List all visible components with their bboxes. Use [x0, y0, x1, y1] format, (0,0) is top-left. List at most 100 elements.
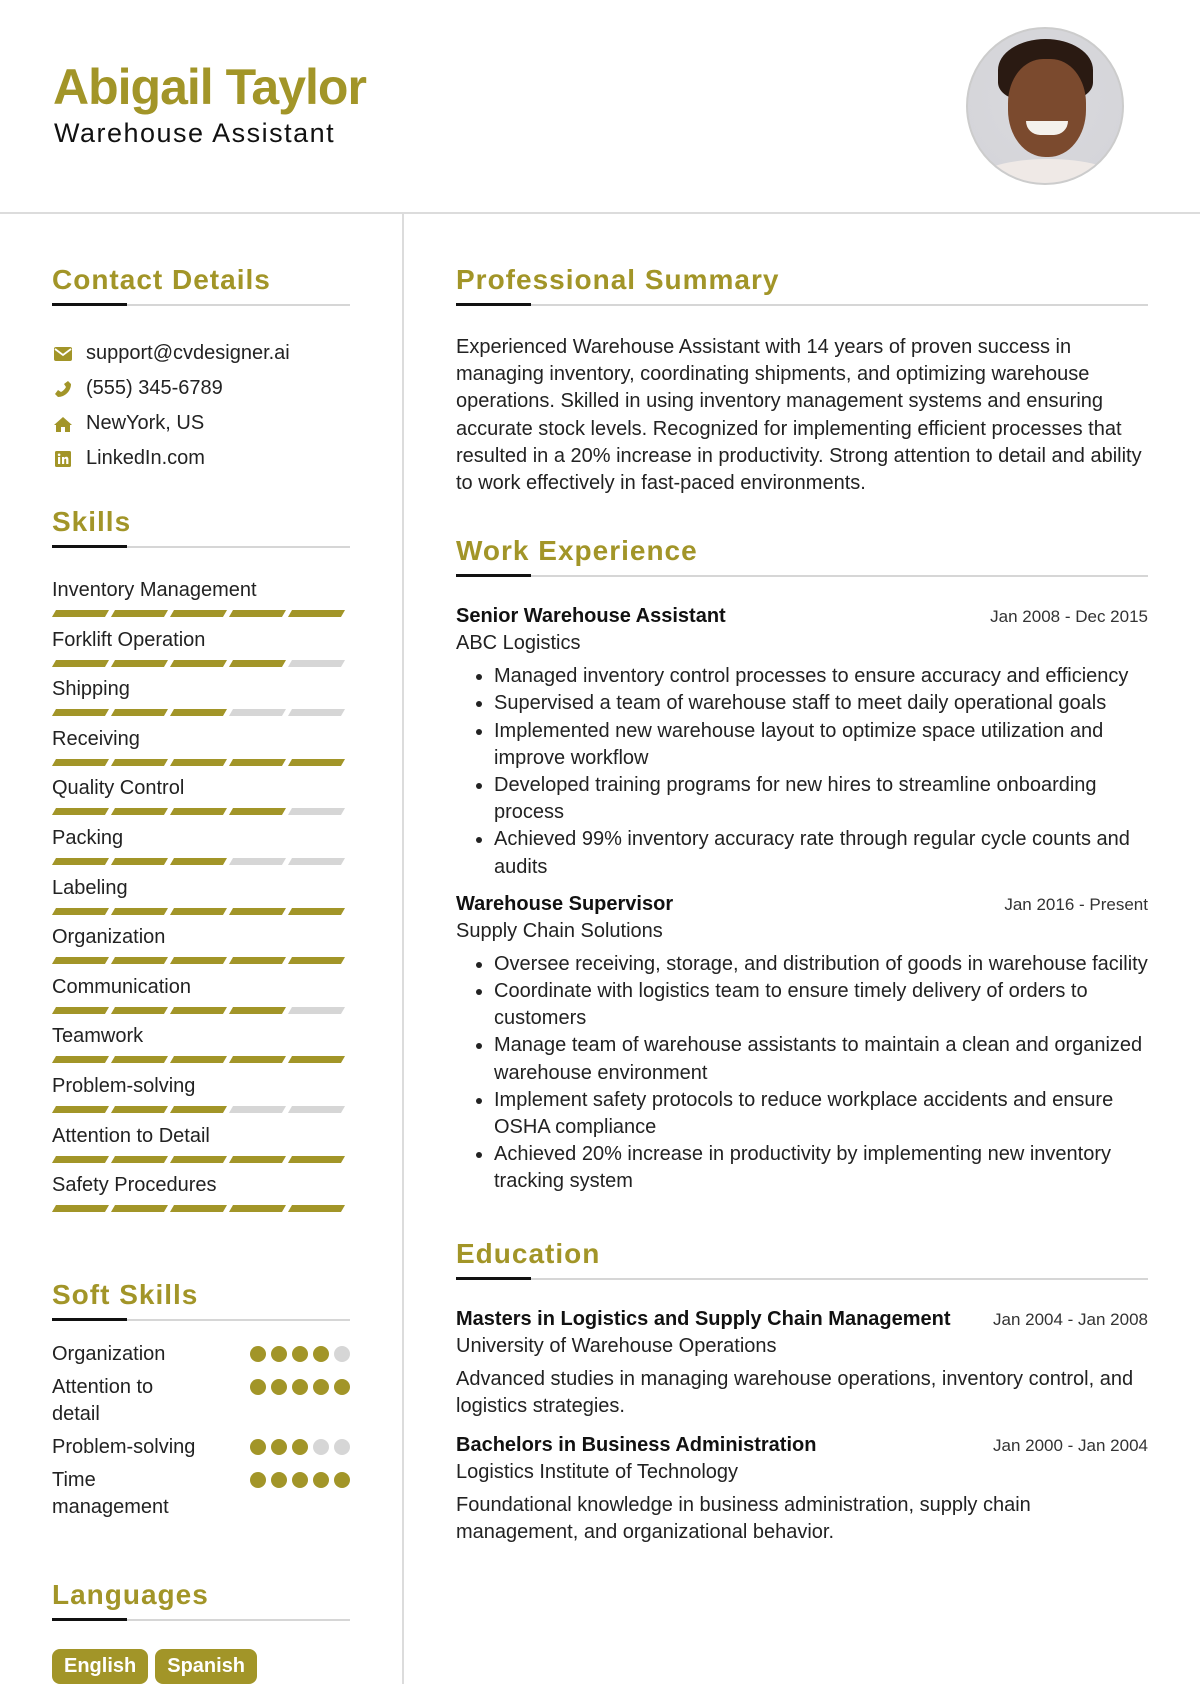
- skill-bar-filled: [228, 659, 287, 667]
- candidate-role: Warehouse Assistant: [54, 118, 336, 148]
- skill-bar-filled: [228, 1205, 287, 1213]
- section-rule: [52, 545, 350, 548]
- skill-bar-filled: [110, 659, 169, 667]
- job-bullets: Managed inventory control processes to e…: [456, 663, 1148, 881]
- photo-shirt: [978, 159, 1118, 183]
- languages-section: Languages English Spanish: [52, 1579, 350, 1684]
- skill-bar-filled: [228, 907, 287, 915]
- skill-item: Attention to Detail: [51, 1122, 350, 1172]
- skill-bar-empty: [287, 1006, 346, 1014]
- skill-item: Safety Procedures: [51, 1171, 350, 1221]
- job-bullet: Implemented new warehouse layout to opti…: [494, 718, 1148, 772]
- skill-bar-filled: [110, 709, 169, 717]
- rating-dot-filled: [271, 1438, 287, 1455]
- job-title: Senior Warehouse Assistant: [456, 605, 726, 628]
- resume-header: Abigail Taylor Warehouse Assistant: [0, 0, 1200, 214]
- rating-dot-filled: [271, 1471, 287, 1488]
- section-rule: [456, 303, 1148, 306]
- skill-bar-filled: [51, 610, 110, 617]
- job-entry: Senior Warehouse Assistant Jan 2008 - Dec…: [456, 605, 1148, 881]
- skill-bar-empty: [287, 808, 346, 816]
- rating-dot-filled: [271, 1378, 287, 1395]
- soft-skill-dots: [250, 1438, 350, 1455]
- languages-title: Languages: [52, 1578, 209, 1610]
- skill-bar-filled: [228, 758, 287, 766]
- skill-name: Attention to Detail: [52, 1124, 210, 1147]
- job-bullet: Oversee receiving, storage, and distribu…: [494, 951, 1148, 978]
- rating-dot-empty: [313, 1438, 329, 1455]
- job-bullet: Achieved 20% increase in productivity by…: [494, 1141, 1148, 1195]
- skill-bar-filled: [110, 610, 169, 617]
- contact-email[interactable]: support@cvdesigner.ai: [52, 336, 350, 371]
- skill-name: Packing: [52, 826, 124, 849]
- skill-bar-filled: [228, 1155, 287, 1163]
- education-dates: Jan 2000 - Jan 2004: [992, 1436, 1148, 1456]
- education-header: Masters in Logistics and Supply Chain Ma…: [456, 1308, 1148, 1331]
- job-bullet: Achieved 99% inventory accuracy rate thr…: [494, 826, 1148, 880]
- soft-skills-section: Soft Skills Organization Attention to det…: [52, 1279, 350, 1521]
- rating-dot-filled: [250, 1378, 266, 1395]
- job-bullet: Implement safety protocols to reduce wor…: [494, 1087, 1148, 1141]
- contact-phone[interactable]: (555) 345-6789: [52, 371, 350, 406]
- job-company: ABC Logistics: [456, 632, 581, 655]
- skill-name: Organization: [52, 926, 166, 949]
- skill-bar-filled: [228, 610, 287, 617]
- skill-level-bars: [51, 1155, 350, 1163]
- skill-bar-filled: [169, 1006, 228, 1014]
- soft-skill-name: Time management: [52, 1468, 169, 1518]
- skill-level-bars: [51, 1205, 350, 1213]
- soft-skill-name: Problem-solving: [52, 1435, 196, 1458]
- skill-item: Teamwork: [51, 1022, 350, 1072]
- skill-bar-empty: [228, 857, 287, 865]
- home-icon: [52, 414, 74, 434]
- skill-bar-filled: [51, 659, 110, 667]
- soft-skill-item: Problem-solving: [52, 1434, 350, 1461]
- skill-level-bars: [51, 1006, 350, 1014]
- soft-skill-dots: [250, 1471, 350, 1488]
- skill-bar-filled: [110, 1155, 169, 1163]
- left-column: Contact Details support@cvdesigner.ai (5…: [51, 264, 350, 1684]
- contact-phone-text: (555) 345-6789: [86, 377, 223, 399]
- skill-bar-filled: [51, 1105, 110, 1113]
- section-rule: [456, 1276, 1148, 1280]
- skill-level-bars: [51, 957, 350, 965]
- skill-item: Communication: [51, 973, 350, 1023]
- skill-item: Labeling: [51, 874, 350, 924]
- job-bullet: Developed training programs for new hire…: [494, 772, 1148, 826]
- skill-name: Forklift Operation: [52, 628, 206, 651]
- skill-bar-filled: [287, 758, 346, 766]
- skill-level-bars: [51, 857, 350, 865]
- skill-name: Safety Procedures: [52, 1174, 217, 1197]
- language-badge: English: [52, 1648, 149, 1684]
- education-school: University of Warehouse Operations: [456, 1334, 777, 1357]
- skills-title: Skills: [52, 506, 132, 537]
- rating-dot-filled: [313, 1378, 329, 1395]
- candidate-name: Abigail Taylor: [53, 59, 367, 115]
- skill-bar-filled: [110, 1205, 169, 1213]
- rating-dot-filled: [250, 1471, 266, 1488]
- soft-skill-item: Attention to detail: [52, 1374, 350, 1428]
- skill-name: Receiving: [52, 727, 140, 750]
- skill-item: Inventory Management: [51, 576, 350, 626]
- job-bullet: Manage team of warehouse assistants to m…: [494, 1032, 1148, 1086]
- profile-photo: [966, 27, 1124, 185]
- contact-section: Contact Details support@cvdesigner.ai (5…: [52, 264, 350, 476]
- education-entry: Bachelors in Business Administration Jan …: [456, 1434, 1148, 1546]
- skill-level-bars: [51, 709, 350, 717]
- rating-dot-filled: [334, 1471, 350, 1488]
- job-bullets: Oversee receiving, storage, and distribu…: [456, 951, 1148, 1196]
- job-dates: Jan 2008 - Dec 2015: [990, 607, 1148, 627]
- soft-skill-dots: [250, 1378, 350, 1395]
- skill-level-bars: [51, 1105, 350, 1113]
- envelope-icon: [52, 344, 74, 364]
- education-description: Foundational knowledge in business admin…: [456, 1494, 1031, 1544]
- skill-bar-filled: [228, 808, 287, 816]
- section-rule: [456, 574, 1148, 578]
- skill-bar-filled: [51, 957, 110, 965]
- job-bullet: Managed inventory control processes to e…: [494, 663, 1148, 690]
- contact-linkedin[interactable]: LinkedIn.com: [52, 441, 350, 476]
- education-entry: Masters in Logistics and Supply Chain Ma…: [456, 1308, 1148, 1420]
- skill-bar-filled: [51, 907, 110, 915]
- skill-bar-filled: [169, 857, 228, 865]
- experience-section: Work Experience Senior Warehouse Assista…: [456, 535, 1148, 1195]
